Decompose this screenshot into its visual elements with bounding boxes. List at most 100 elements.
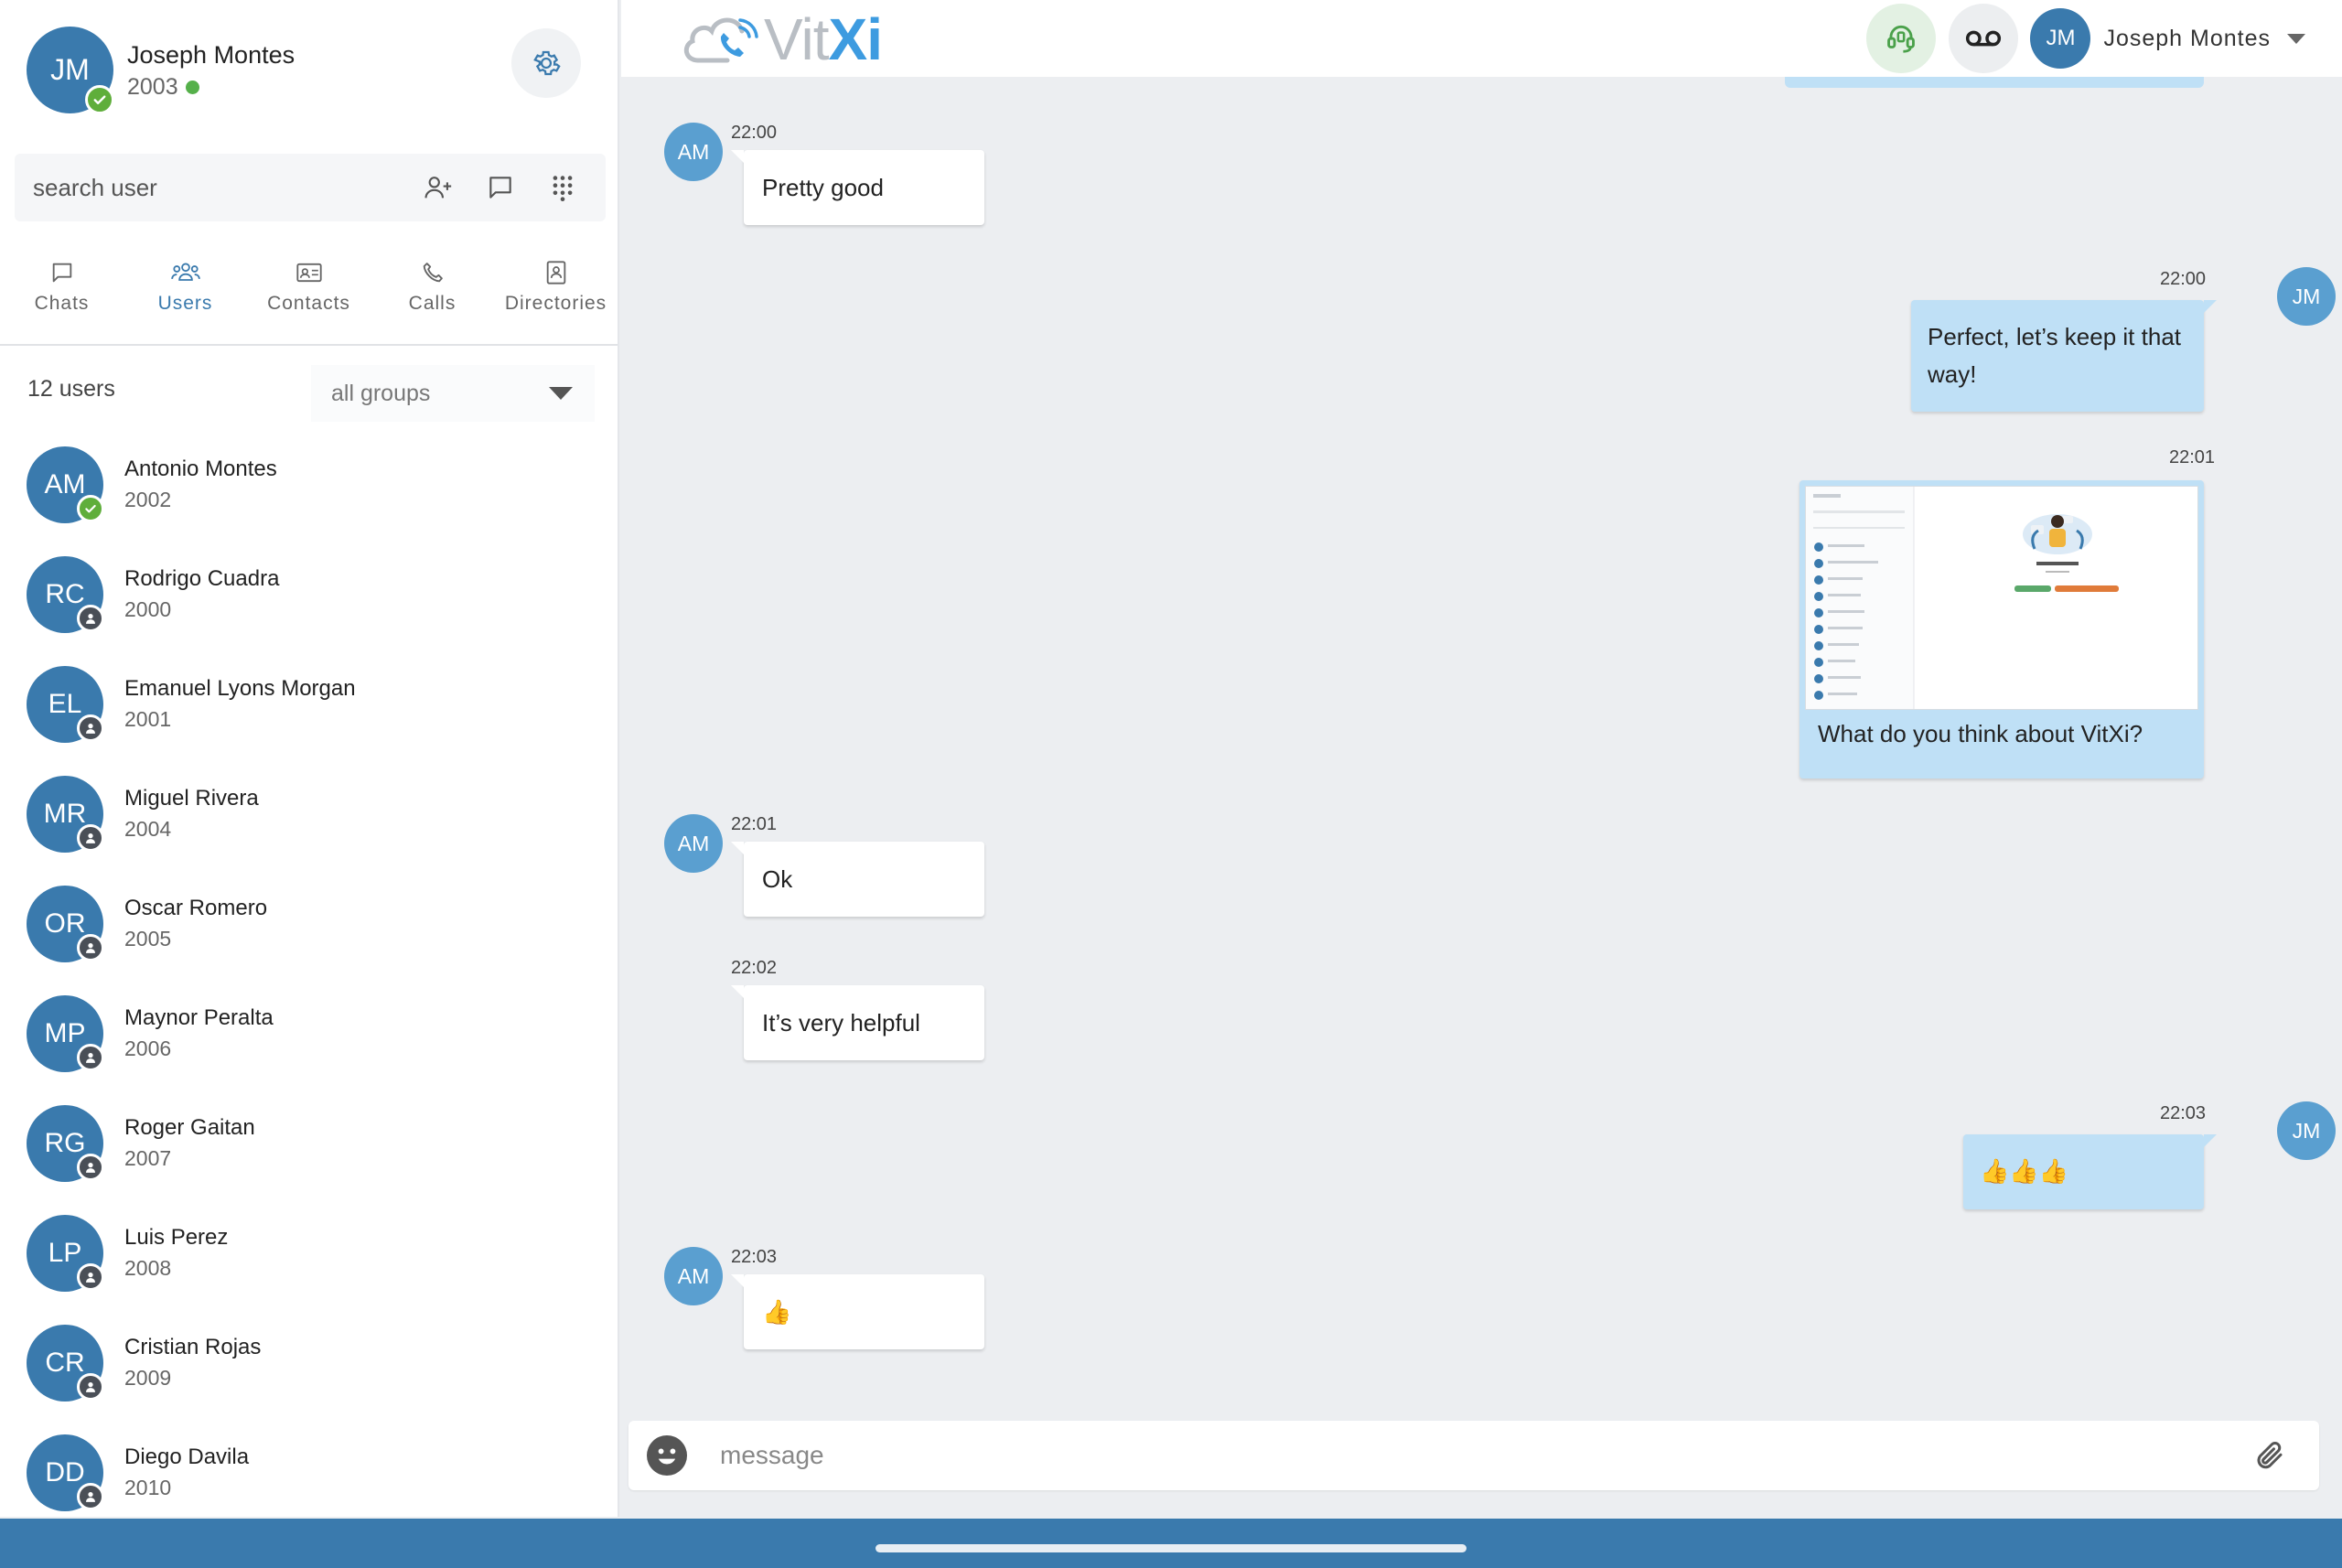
- sender-avatar: JM: [2277, 267, 2336, 326]
- image-message-bubble[interactable]: What do you think about VitXi?: [1799, 480, 2204, 779]
- emoji-button[interactable]: [647, 1435, 687, 1476]
- search-user-input[interactable]: [33, 154, 381, 221]
- group-filter-select[interactable]: all groups: [311, 365, 595, 422]
- tab-calls[interactable]: Calls: [371, 256, 494, 344]
- user-name: Maynor Peralta: [124, 1005, 274, 1030]
- user-extension: 2001: [124, 707, 172, 731]
- incoming-message: 22:02 It’s very helpful: [664, 958, 994, 1077]
- offline-person-icon: [77, 824, 104, 852]
- tab-contacts[interactable]: Contacts: [247, 256, 371, 344]
- user-name: Cristian Rojas: [124, 1335, 262, 1359]
- user-extension: 2002: [124, 488, 172, 511]
- group-filter-value: all groups: [331, 380, 431, 406]
- sender-avatar: AM: [664, 123, 723, 181]
- online-status-icon: [185, 81, 199, 94]
- message-time: 22:03: [2160, 1103, 2207, 1123]
- profile-initials: JM: [50, 53, 90, 86]
- user-list-item[interactable]: EL Emanuel Lyons Morgan 2001: [0, 657, 618, 767]
- message-text: Perfect, let’s keep it that way!: [1928, 323, 2181, 388]
- message-text: It’s very helpful: [762, 1008, 920, 1036]
- tab-chats-label: Chats: [34, 293, 90, 314]
- message-bubble[interactable]: It’s very helpful: [731, 985, 984, 1060]
- user-name: Roger Gaitan: [124, 1115, 255, 1140]
- message-bubble[interactable]: Perfect, let’s keep it that way!: [1911, 300, 2217, 412]
- sender-avatar: JM: [2277, 1101, 2336, 1160]
- dialpad-button[interactable]: [547, 172, 578, 203]
- cloud-phone-logo-icon: [683, 17, 758, 63]
- tab-chats[interactable]: Chats: [0, 256, 124, 344]
- user-list-item[interactable]: RG Roger Gaitan 2007: [0, 1096, 618, 1206]
- user-name: Rodrigo Cuadra: [124, 566, 280, 591]
- message-text: 👍: [762, 1297, 792, 1326]
- tab-directories[interactable]: Directories: [494, 256, 618, 344]
- top-user-initials: JM: [2046, 26, 2076, 50]
- attached-screenshot-image[interactable]: [1805, 486, 2198, 710]
- smiley-icon: [648, 1436, 686, 1475]
- tabs-divider: [0, 344, 618, 346]
- new-chat-button[interactable]: [485, 172, 516, 203]
- contact-card-icon: [295, 263, 322, 283]
- chat-icon: [52, 263, 71, 283]
- outgoing-message: 22:03 JM 👍👍👍: [1963, 1101, 2338, 1239]
- user-list-item[interactable]: MR Miguel Rivera 2004: [0, 767, 618, 876]
- logo-wordmark: VitXi: [764, 5, 883, 73]
- user-extension: 2007: [124, 1146, 172, 1170]
- user-list-item[interactable]: OR Oscar Romero 2005: [0, 876, 618, 986]
- attach-file-button[interactable]: [2253, 1439, 2286, 1472]
- add-user-button[interactable]: [423, 172, 454, 203]
- settings-button[interactable]: [511, 28, 581, 98]
- user-extension: 2005: [124, 927, 172, 950]
- gear-icon: [533, 50, 561, 76]
- user-list-item[interactable]: CR Cristian Rojas 2009: [0, 1316, 618, 1425]
- message-bubble[interactable]: Pretty good: [731, 150, 984, 225]
- user-initials: RG: [44, 1128, 86, 1158]
- sender-initials: JM: [2292, 1118, 2321, 1143]
- user-menu[interactable]: JM Joseph Montes: [2030, 5, 2305, 71]
- message-text: 👍👍👍: [1980, 1157, 2069, 1185]
- top-user-name: Joseph Montes: [2103, 25, 2271, 51]
- sender-initials: AM: [677, 831, 710, 855]
- incoming-message: AM 22:03 👍: [664, 1247, 994, 1366]
- user-extension: 2000: [124, 597, 172, 621]
- message-input[interactable]: [720, 1421, 2184, 1490]
- headset-icon: [1887, 25, 1915, 53]
- message-time: 22:02: [731, 958, 778, 978]
- agent-status-button[interactable]: [1866, 4, 1936, 73]
- message-text: What do you think about VitXi?: [1818, 720, 2143, 747]
- user-list-item[interactable]: MP Maynor Peralta 2006: [0, 986, 618, 1096]
- tab-directories-label: Directories: [504, 293, 607, 314]
- offline-person-icon: [77, 934, 104, 961]
- user-initials: MP: [44, 1018, 86, 1048]
- user-list-item[interactable]: AM Antonio Montes 2002: [0, 437, 618, 547]
- user-initials: AM: [44, 469, 86, 499]
- available-check-icon: [77, 495, 104, 522]
- voicemail-icon: [1965, 30, 2002, 47]
- profile-extension: 2003: [127, 74, 199, 101]
- tab-users[interactable]: Users: [124, 256, 247, 344]
- user-list-item[interactable]: RC Rodrigo Cuadra 2000: [0, 547, 618, 657]
- tab-users-label: Users: [157, 293, 213, 314]
- user-name: Emanuel Lyons Morgan: [124, 676, 356, 701]
- user-name: Antonio Montes: [124, 456, 277, 481]
- user-list-item[interactable]: LP Luis Perez 2008: [0, 1206, 618, 1316]
- logo-wordmark-suffix: Xi: [828, 6, 883, 72]
- add-user-icon: [424, 177, 452, 199]
- user-extension: 2006: [124, 1036, 172, 1060]
- home-indicator[interactable]: [876, 1544, 1466, 1552]
- sender-initials: AM: [677, 1263, 710, 1288]
- message-bubble[interactable]: Ok: [731, 842, 984, 917]
- message-bubble[interactable]: 👍: [731, 1274, 984, 1349]
- profile-name: Joseph Montes: [127, 41, 295, 69]
- sender-avatar: AM: [664, 1247, 723, 1305]
- profile-extension-number: 2003: [127, 74, 178, 100]
- user-initials: OR: [44, 908, 86, 939]
- dialpad-icon: [553, 176, 573, 201]
- sidebar-tabs: Chats Users Contacts Calls Directories: [0, 256, 618, 344]
- incoming-message: AM 22:01 Ok: [664, 814, 994, 933]
- profile-header: JM Joseph Montes 2003: [27, 27, 594, 118]
- message-text: Ok: [762, 865, 793, 893]
- user-name: Diego Davila: [124, 1444, 250, 1469]
- message-bubble[interactable]: 👍👍👍: [1963, 1134, 2217, 1209]
- incoming-message: AM 22:00 Pretty good: [664, 123, 984, 242]
- voicemail-button[interactable]: [1949, 4, 2018, 73]
